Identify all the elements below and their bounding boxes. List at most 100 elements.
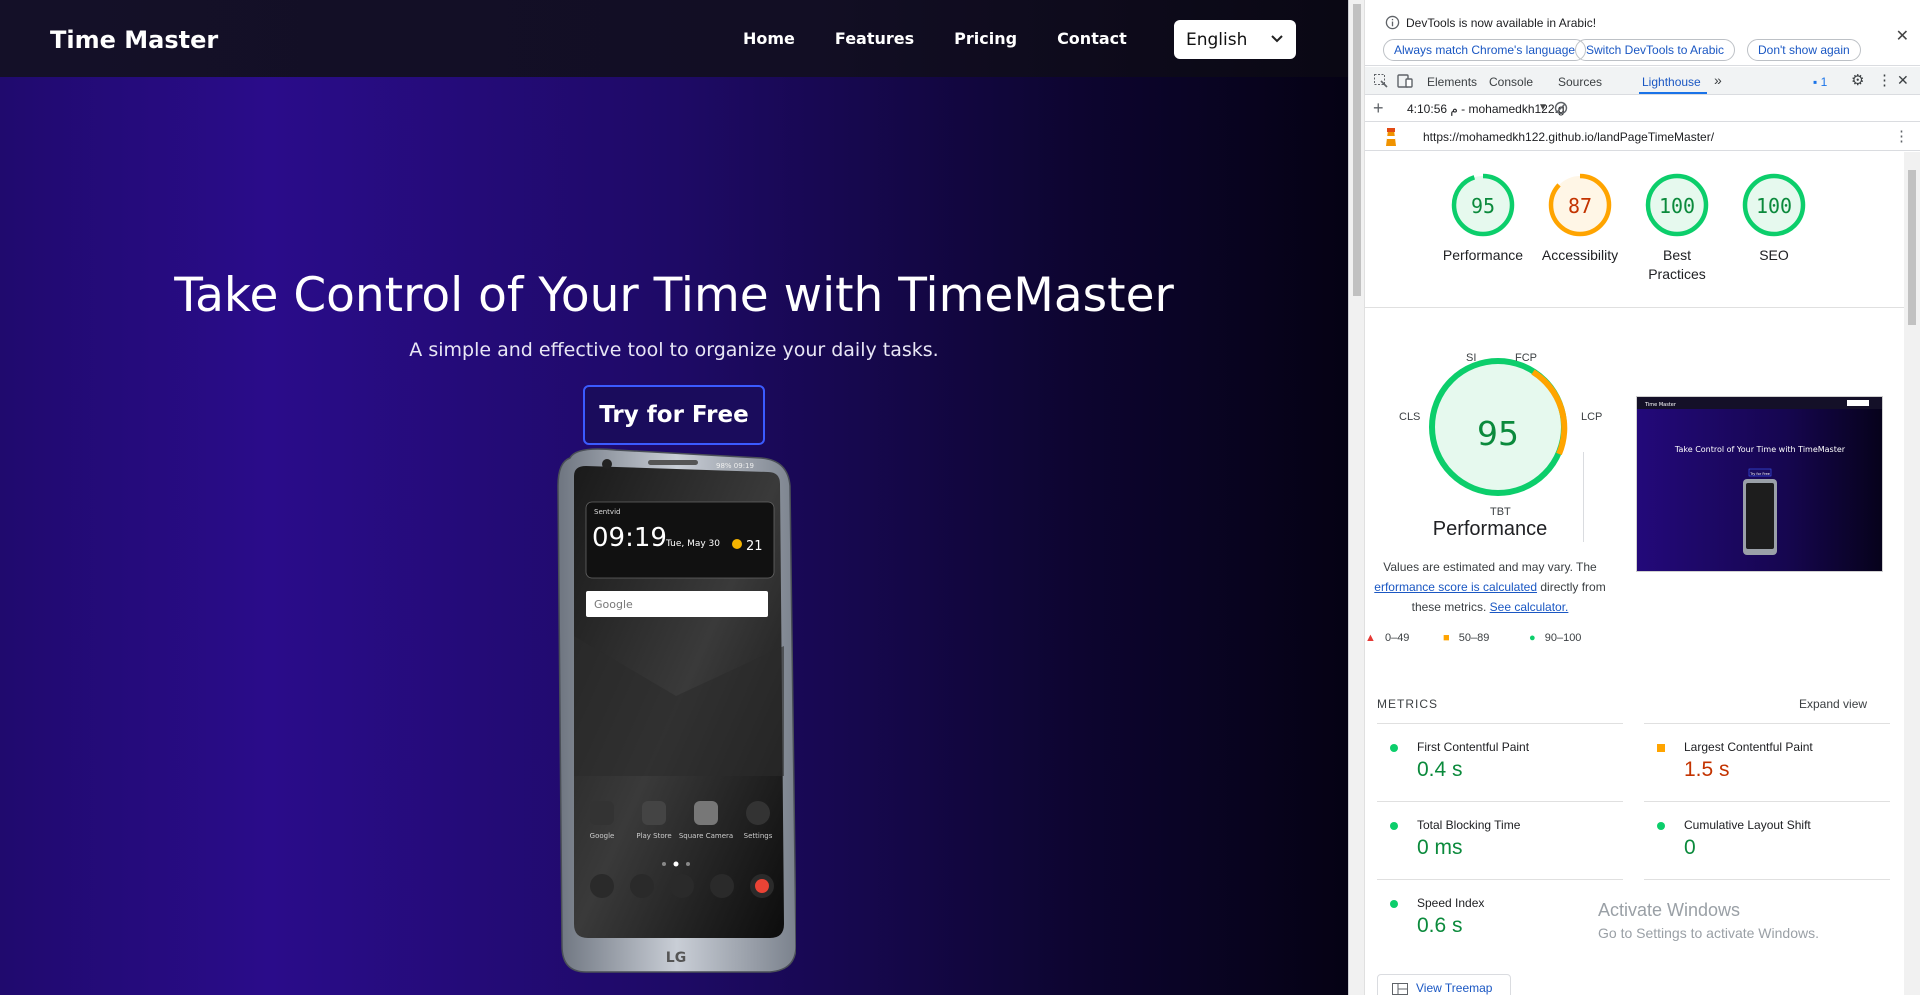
expand-view-toggle[interactable]: Expand view (1799, 697, 1867, 711)
pass-circle-icon: ● (1529, 632, 1536, 644)
section-divider (1365, 307, 1905, 308)
gauge-label-si: SI (1466, 352, 1477, 364)
language-value: English (1186, 30, 1248, 50)
nav-features[interactable]: Features (835, 29, 914, 48)
gauge-accessibility[interactable]: 87 Accessibility (1535, 172, 1625, 265)
phone-status: 98% 09:19 (716, 462, 754, 470)
devtools-tabbar: Elements Console Sources Lighthouse » ▪ … (1365, 67, 1920, 95)
thumb-title: Take Control of Your Time with TimeMaste… (1674, 445, 1846, 454)
add-report-icon[interactable]: + (1373, 98, 1384, 119)
pass-circle-icon (1390, 744, 1398, 752)
tab-lighthouse[interactable]: Lighthouse (1642, 75, 1701, 89)
legend-average: ■ 50–89 (1443, 632, 1490, 644)
thumb-cta: Try for Free (1749, 472, 1770, 476)
metric-name: Total Blocking Time (1417, 818, 1521, 832)
metric-name: First Contentful Paint (1417, 740, 1530, 754)
chevron-down-icon (1271, 35, 1283, 43)
lighthouse-logo-icon (1386, 128, 1396, 146)
close-devtools-icon[interactable]: ✕ (1897, 72, 1909, 89)
site-navbar: Time Master Home Features Pricing Contac… (0, 0, 1348, 77)
match-language-button[interactable]: Always match Chrome's language (1383, 39, 1587, 61)
score-calc-link[interactable]: erformance score is calculated (1374, 580, 1537, 594)
gauge-value: 100 (1658, 194, 1696, 218)
metric-value: 0.6 s (1417, 914, 1463, 937)
performance-big-score: 95 (1477, 414, 1519, 453)
more-tabs-icon[interactable]: » (1714, 72, 1722, 88)
app-label-settings: Settings (744, 832, 773, 840)
try-free-button[interactable]: Try for Free (583, 385, 765, 445)
view-treemap-button[interactable]: View Treemap (1377, 974, 1511, 995)
tab-elements[interactable]: Elements (1427, 75, 1477, 89)
fail-triangle-icon: ▲ (1365, 632, 1376, 644)
close-icon[interactable]: ✕ (1896, 26, 1909, 46)
see-calculator-link[interactable]: See calculator. (1490, 600, 1569, 614)
metric-value: 0 ms (1417, 836, 1463, 859)
nav-pricing[interactable]: Pricing (954, 29, 1017, 48)
gauge-value: 95 (1470, 194, 1496, 218)
view-treemap-label: View Treemap (1416, 981, 1493, 995)
nav-contact[interactable]: Contact (1057, 29, 1127, 48)
lighthouse-toolbar: + 4:10:56 م - mohamedkh122.g ▼ (1365, 96, 1920, 122)
inspect-icon[interactable] (1373, 73, 1389, 89)
gauge-label: Best Practices (1648, 247, 1706, 282)
gear-icon[interactable]: ⚙ (1851, 71, 1864, 89)
metric-fcp: First Contentful Paint 0.4 s (1377, 723, 1623, 801)
info-icon (1385, 15, 1400, 30)
nav-home[interactable]: Home (743, 29, 795, 48)
gauge-best-practices[interactable]: 100 Best Practices (1632, 172, 1722, 284)
hero-subtitle: A simple and effective tool to organize … (409, 339, 939, 361)
dropdown-arrow-icon[interactable]: ▼ (1538, 102, 1548, 113)
gauge-seo[interactable]: 100 SEO (1729, 172, 1819, 265)
active-tab-indicator (1639, 92, 1707, 94)
clear-icon[interactable] (1554, 101, 1568, 115)
pass-circle-icon (1390, 822, 1398, 830)
metrics-heading: METRICS (1377, 697, 1438, 711)
devtools-panel: DevTools is now available in Arabic! Alw… (1348, 0, 1920, 995)
performance-description: Values are estimated and may vary. The e… (1365, 557, 1615, 617)
phone-image: Sentvid 09:19 Tue, May 30 21 98% 09:19 G… (557, 448, 796, 973)
app-label-playstore: Play Store (636, 832, 671, 840)
report-menu-icon[interactable]: ⋮ (1894, 127, 1909, 145)
device-toolbar-icon[interactable] (1397, 73, 1413, 89)
gauge-label: Performance (1442, 247, 1524, 263)
phone-maker-logo: LG (666, 950, 686, 966)
gauge-label-lcp: LCP (1581, 411, 1603, 423)
treemap-icon (1392, 983, 1408, 995)
report-url[interactable]: https://mohamedkh122.github.io/landPageT… (1423, 130, 1714, 144)
desc-text-1: Values are estimated and may vary. The (1383, 560, 1597, 574)
dont-show-again-button[interactable]: Don't show again (1747, 39, 1861, 61)
issues-count: 1 (1820, 75, 1828, 89)
nav-links: Home Features Pricing Contact (743, 29, 1167, 48)
tab-sources[interactable]: Sources (1558, 75, 1602, 89)
page-scrollbar[interactable] (1349, 0, 1365, 995)
switch-arabic-button[interactable]: Switch DevTools to Arabic (1575, 39, 1736, 61)
app-label-camera: Square Camera (679, 832, 733, 840)
tab-console[interactable]: Console (1489, 75, 1533, 89)
legend-fail: ▲ 0–49 (1365, 632, 1410, 644)
activate-windows-subtitle: Go to Settings to activate Windows. (1598, 925, 1819, 941)
gauge-value: 87 (1567, 194, 1593, 218)
metric-tbt: Total Blocking Time 0 ms (1377, 801, 1623, 879)
metric-si: Speed Index 0.6 s (1377, 879, 1623, 957)
gauge-performance[interactable]: 95 Performance (1438, 172, 1528, 265)
metric-value: 0.4 s (1417, 758, 1463, 781)
metric-lcp: Largest Contentful Paint 1.5 s (1644, 723, 1890, 801)
gauge-label-fcp: FCP (1515, 352, 1537, 364)
report-url-bar: https://mohamedkh122.github.io/landPageT… (1365, 123, 1920, 151)
hero-title: Take Control of Your Time with TimeMaste… (174, 268, 1174, 323)
metric-name: Largest Contentful Paint (1684, 740, 1813, 754)
phone-time: 09:19 (592, 523, 667, 553)
phone-date: Tue, May 30 (665, 539, 720, 549)
gauge-value: 100 (1755, 194, 1793, 218)
activate-windows-title: Activate Windows (1598, 900, 1741, 920)
metric-cls: Cumulative Layout Shift 0 (1644, 801, 1890, 879)
report-scrollbar[interactable] (1904, 152, 1920, 995)
infobar-message: DevTools is now available in Arabic! (1406, 16, 1597, 30)
more-options-icon[interactable]: ⋮ (1877, 71, 1892, 89)
final-screenshot[interactable]: Time Master Take Control of Your Time wi… (1636, 396, 1883, 572)
site-brand[interactable]: Time Master (50, 26, 218, 54)
language-select[interactable]: English (1174, 20, 1296, 59)
metric-value: 1.5 s (1684, 758, 1730, 781)
issues-badge[interactable]: ▪ 1 (1813, 75, 1827, 89)
message-icon: ▪ (1813, 75, 1818, 89)
